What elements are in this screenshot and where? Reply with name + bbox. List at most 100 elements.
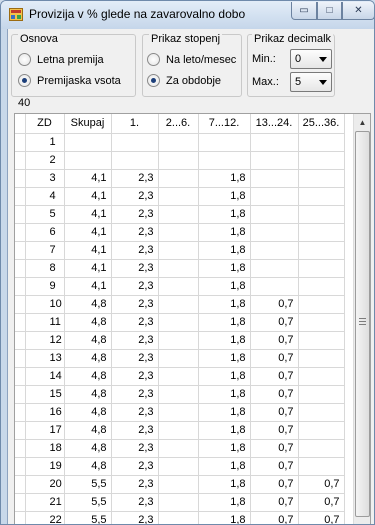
- table-row[interactable]: 3 4,1 2,3 1,8: [15, 169, 345, 188]
- table-row[interactable]: 22 5,5 2,3 1,8 0,7 0,7: [15, 511, 345, 524]
- table-cell[interactable]: 2,3: [111, 511, 159, 524]
- table-cell[interactable]: [298, 367, 345, 386]
- row-header[interactable]: [15, 493, 26, 512]
- table-cell[interactable]: 1,8: [198, 223, 251, 242]
- table-cell[interactable]: 4,1: [64, 223, 112, 242]
- table-cell[interactable]: [64, 151, 112, 170]
- table-row[interactable]: 17 4,8 2,3 1,8 0,7: [15, 421, 345, 440]
- table-cell[interactable]: [250, 151, 299, 170]
- table-row[interactable]: 1: [15, 133, 345, 152]
- table-cell[interactable]: 0,7: [250, 493, 299, 512]
- table-row[interactable]: 2: [15, 151, 345, 170]
- table-cell[interactable]: 4,1: [64, 169, 112, 188]
- table-cell[interactable]: 2,3: [111, 277, 159, 296]
- table-cell[interactable]: [250, 187, 299, 206]
- table-row[interactable]: 21 5,5 2,3 1,8 0,7 0,7: [15, 493, 345, 512]
- radio-button[interactable]: [147, 53, 160, 66]
- table-cell[interactable]: 1,8: [198, 205, 251, 224]
- table-cell[interactable]: [298, 133, 345, 152]
- radio-za-obdobje[interactable]: Za obdobje: [147, 74, 221, 87]
- table-cell[interactable]: 0,7: [250, 457, 299, 476]
- row-header[interactable]: [15, 205, 26, 224]
- vertical-scrollbar[interactable]: ▲: [353, 114, 370, 524]
- table-cell[interactable]: 4,1: [64, 205, 112, 224]
- table-cell[interactable]: 2,3: [111, 421, 159, 440]
- table-cell[interactable]: 0,7: [250, 475, 299, 494]
- table-cell[interactable]: 1,8: [198, 349, 251, 368]
- table-cell[interactable]: 1,8: [198, 277, 251, 296]
- table-cell[interactable]: 4,1: [64, 187, 112, 206]
- table-cell[interactable]: [250, 241, 299, 260]
- table-cell[interactable]: [250, 169, 299, 188]
- commission-grid[interactable]: ZD Skupaj 1. 2...6. 7...12. 13...24. 25...36. …: [14, 113, 371, 524]
- row-header[interactable]: [15, 187, 26, 206]
- table-cell[interactable]: [158, 313, 199, 332]
- table-cell[interactable]: 4,8: [64, 439, 112, 458]
- table-cell[interactable]: [158, 259, 199, 278]
- table-row[interactable]: 16 4,8 2,3 1,8 0,7: [15, 403, 345, 422]
- table-cell[interactable]: 4,8: [64, 313, 112, 332]
- table-cell[interactable]: [158, 223, 199, 242]
- table-cell[interactable]: 1,8: [198, 493, 251, 512]
- table-cell[interactable]: [158, 331, 199, 350]
- table-cell[interactable]: [298, 457, 345, 476]
- row-header[interactable]: [15, 367, 26, 386]
- table-cell[interactable]: 7: [25, 241, 65, 260]
- minimize-button[interactable]: ▭: [291, 2, 317, 20]
- table-row[interactable]: 19 4,8 2,3 1,8 0,7: [15, 457, 345, 476]
- row-header[interactable]: [15, 133, 26, 152]
- row-header[interactable]: [15, 439, 26, 458]
- table-cell[interactable]: [158, 133, 199, 152]
- table-cell[interactable]: [298, 259, 345, 278]
- row-header[interactable]: [15, 169, 26, 188]
- table-cell[interactable]: 16: [25, 403, 65, 422]
- table-cell[interactable]: 12: [25, 331, 65, 350]
- table-cell[interactable]: [198, 133, 251, 152]
- table-cell[interactable]: 4,8: [64, 421, 112, 440]
- table-cell[interactable]: [158, 385, 199, 404]
- table-cell[interactable]: [158, 511, 199, 524]
- table-cell[interactable]: 2,3: [111, 475, 159, 494]
- table-cell[interactable]: 1,8: [198, 187, 251, 206]
- row-header[interactable]: [15, 457, 26, 476]
- table-cell[interactable]: 1,8: [198, 331, 251, 350]
- table-cell[interactable]: [111, 133, 159, 152]
- table-row[interactable]: 14 4,8 2,3 1,8 0,7: [15, 367, 345, 386]
- table-cell[interactable]: 2,3: [111, 241, 159, 260]
- table-cell[interactable]: 1,8: [198, 511, 251, 524]
- table-cell[interactable]: [158, 187, 199, 206]
- radio-button[interactable]: [147, 74, 160, 87]
- table-cell[interactable]: 1,8: [198, 439, 251, 458]
- table-cell[interactable]: [250, 133, 299, 152]
- table-cell[interactable]: 0,7: [250, 439, 299, 458]
- table-cell[interactable]: [158, 421, 199, 440]
- row-header[interactable]: [15, 277, 26, 296]
- table-row[interactable]: 12 4,8 2,3 1,8 0,7: [15, 331, 345, 350]
- table-cell[interactable]: 4,8: [64, 385, 112, 404]
- table-cell[interactable]: [298, 385, 345, 404]
- close-button[interactable]: ✕: [342, 2, 374, 20]
- table-cell[interactable]: 1,8: [198, 403, 251, 422]
- table-cell[interactable]: 1,8: [198, 259, 251, 278]
- table-cell[interactable]: 15: [25, 385, 65, 404]
- table-cell[interactable]: 2,3: [111, 187, 159, 206]
- table-cell[interactable]: 1,8: [198, 313, 251, 332]
- table-cell[interactable]: 2,3: [111, 331, 159, 350]
- table-cell[interactable]: [158, 457, 199, 476]
- radio-premijaska-vsota[interactable]: Premijaska vsota: [18, 74, 121, 87]
- table-cell[interactable]: [198, 151, 251, 170]
- table-cell[interactable]: [158, 169, 199, 188]
- table-cell[interactable]: 2: [25, 151, 65, 170]
- table-row[interactable]: 9 4,1 2,3 1,8: [15, 277, 345, 296]
- title-bar[interactable]: Provizija v % glede na zavarovalno dobo …: [1, 1, 374, 29]
- table-cell[interactable]: 0,7: [250, 511, 299, 524]
- table-cell[interactable]: [158, 295, 199, 314]
- table-cell[interactable]: [158, 277, 199, 296]
- table-cell[interactable]: 1,8: [198, 475, 251, 494]
- row-header[interactable]: [15, 313, 26, 332]
- table-row[interactable]: 6 4,1 2,3 1,8: [15, 223, 345, 242]
- table-cell[interactable]: 0,7: [250, 331, 299, 350]
- table-cell[interactable]: 5,5: [64, 493, 112, 512]
- table-row[interactable]: 18 4,8 2,3 1,8 0,7: [15, 439, 345, 458]
- table-cell[interactable]: [298, 277, 345, 296]
